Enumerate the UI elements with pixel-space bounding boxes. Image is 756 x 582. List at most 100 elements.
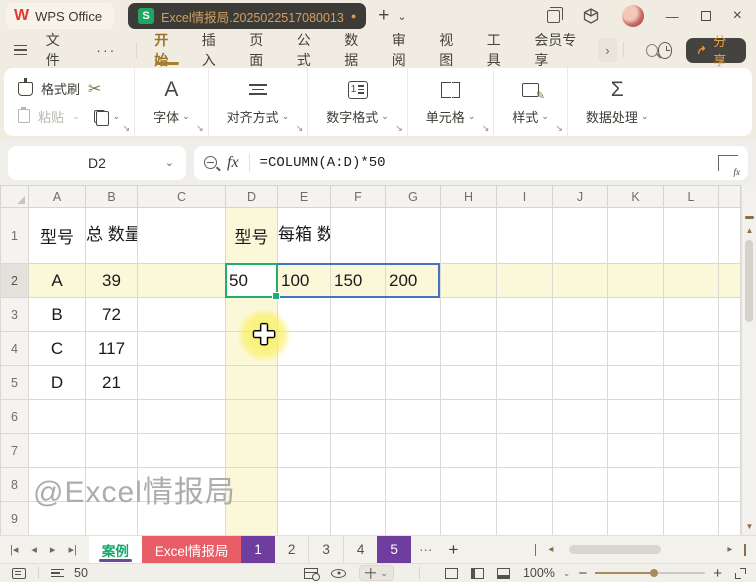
- zoom-in-button[interactable]: +: [713, 565, 722, 582]
- cell-B8[interactable]: [85, 467, 138, 502]
- cell-K3[interactable]: [607, 297, 664, 332]
- eye-protection-icon[interactable]: [331, 568, 347, 578]
- cell-L1[interactable]: [663, 207, 719, 264]
- cell-C5[interactable]: [137, 365, 226, 400]
- cells-group[interactable]: 单元格 ⌄ ↘: [408, 68, 495, 136]
- cell-D3[interactable]: [225, 297, 278, 332]
- cell-E3[interactable]: [277, 297, 331, 332]
- cell-B3[interactable]: 72: [85, 297, 138, 332]
- cell-B2[interactable]: 39: [85, 263, 138, 298]
- cell-L8[interactable]: [663, 467, 719, 502]
- merge-windows-icon[interactable]: [546, 6, 563, 23]
- cell-C9[interactable]: [137, 501, 226, 536]
- cell-A7[interactable]: [28, 433, 86, 468]
- data-processing-group[interactable]: Σ 数据处理 ⌄: [568, 68, 667, 136]
- cell-E6[interactable]: [277, 399, 331, 434]
- col-header-I[interactable]: I: [496, 185, 553, 208]
- cell-K9[interactable]: [607, 501, 664, 536]
- cell-F2[interactable]: 150: [330, 263, 386, 298]
- hamburger-menu-icon[interactable]: [14, 45, 27, 55]
- sheet-tab-excel-intel[interactable]: Excel情报局: [141, 536, 242, 563]
- cell-H5[interactable]: [440, 365, 497, 400]
- cell-D1[interactable]: 型号: [225, 207, 278, 264]
- horizontal-scrollbar-thumb[interactable]: [569, 545, 662, 554]
- hscroll-right-icon[interactable]: ▸: [727, 544, 732, 555]
- cell-M7[interactable]: [718, 433, 741, 468]
- cell-K5[interactable]: [607, 365, 664, 400]
- cell-F3[interactable]: [330, 297, 386, 332]
- cell-A4[interactable]: C: [28, 331, 86, 366]
- cell-G8[interactable]: [385, 467, 441, 502]
- row-header-7[interactable]: 7: [0, 433, 29, 468]
- cell-G4[interactable]: [385, 331, 441, 366]
- number-format-group[interactable]: 1 数字格式 ⌄ ↘: [308, 68, 408, 136]
- menu-insert-tab[interactable]: 插入: [191, 32, 239, 68]
- row-header-8[interactable]: 8: [0, 467, 29, 502]
- col-header-A[interactable]: A: [28, 185, 86, 208]
- cell-D7[interactable]: [225, 433, 278, 468]
- cell-C1[interactable]: [137, 207, 226, 264]
- cell-H1[interactable]: [440, 207, 497, 264]
- cut-scissors-icon[interactable]: ✂: [88, 79, 101, 99]
- cell-K1[interactable]: [607, 207, 664, 264]
- cell-C6[interactable]: [137, 399, 226, 434]
- font-dialog-launcher-icon[interactable]: ↘: [196, 123, 204, 134]
- zoom-chevron-icon[interactable]: ⌄: [563, 568, 571, 579]
- add-sheet-button[interactable]: +: [440, 536, 466, 563]
- styles-group[interactable]: 样式⌄ ↘: [494, 68, 568, 136]
- col-header-L[interactable]: L: [663, 185, 719, 208]
- row-header-2[interactable]: 2: [0, 263, 29, 298]
- cell-H6[interactable]: [440, 399, 497, 434]
- cell-K4[interactable]: [607, 331, 664, 366]
- menu-home-tab[interactable]: 开始: [143, 32, 191, 68]
- cell-J6[interactable]: [552, 399, 608, 434]
- cell-L6[interactable]: [663, 399, 719, 434]
- cell-I1[interactable]: [496, 207, 553, 264]
- menu-overflow-chevron[interactable]: ›: [598, 38, 617, 62]
- cell-J8[interactable]: [552, 467, 608, 502]
- cell-L4[interactable]: [663, 331, 719, 366]
- maximize-button[interactable]: [700, 11, 711, 21]
- zoom-out-search-icon[interactable]: [204, 156, 217, 169]
- cell-L3[interactable]: [663, 297, 719, 332]
- vertical-scrollbar-thumb[interactable]: [745, 240, 753, 322]
- cell-F4[interactable]: [330, 331, 386, 366]
- cell-G3[interactable]: [385, 297, 441, 332]
- cell-A5[interactable]: D: [28, 365, 86, 400]
- menu-tools-tab[interactable]: 工具: [476, 32, 524, 68]
- copy-icon[interactable]: [93, 109, 109, 126]
- cell-C3[interactable]: [137, 297, 226, 332]
- cell-J3[interactable]: [552, 297, 608, 332]
- cell-J4[interactable]: [552, 331, 608, 366]
- col-header-J[interactable]: J: [552, 185, 608, 208]
- sheet-tab-4[interactable]: 4: [344, 536, 378, 563]
- col-header-H[interactable]: H: [440, 185, 497, 208]
- menu-formula-tab[interactable]: 公式: [286, 32, 334, 68]
- cell-F7[interactable]: [330, 433, 386, 468]
- row-header-3[interactable]: 3: [0, 297, 29, 332]
- table-tools-icon[interactable]: [304, 567, 321, 581]
- cell-B6[interactable]: [85, 399, 138, 434]
- cell-F8[interactable]: [330, 467, 386, 502]
- menu-data-tab[interactable]: 数据: [333, 32, 381, 68]
- cell-G5[interactable]: [385, 365, 441, 400]
- sheet-tab-case[interactable]: 案例: [88, 536, 142, 563]
- cell-H3[interactable]: [440, 297, 497, 332]
- close-button[interactable]: ×: [733, 7, 742, 25]
- row-header-4[interactable]: 4: [0, 331, 29, 366]
- col-header-E[interactable]: E: [277, 185, 331, 208]
- row-header-5[interactable]: 5: [0, 365, 29, 400]
- cell-K8[interactable]: [607, 467, 664, 502]
- cell-M9[interactable]: [718, 501, 741, 536]
- cell-C4[interactable]: [137, 331, 226, 366]
- cell-J1[interactable]: [552, 207, 608, 264]
- wps-home-button[interactable]: W WPS Office: [6, 3, 115, 29]
- first-sheet-icon[interactable]: |◂: [10, 543, 18, 556]
- cell-E2[interactable]: 100: [277, 263, 331, 298]
- zoom-slider-knob[interactable]: [649, 569, 658, 577]
- cell-G9[interactable]: [385, 501, 441, 536]
- cell-H4[interactable]: [440, 331, 497, 366]
- cell-A1[interactable]: 型号: [28, 207, 86, 264]
- cell-F1[interactable]: [330, 207, 386, 264]
- cell-A8[interactable]: [28, 467, 86, 502]
